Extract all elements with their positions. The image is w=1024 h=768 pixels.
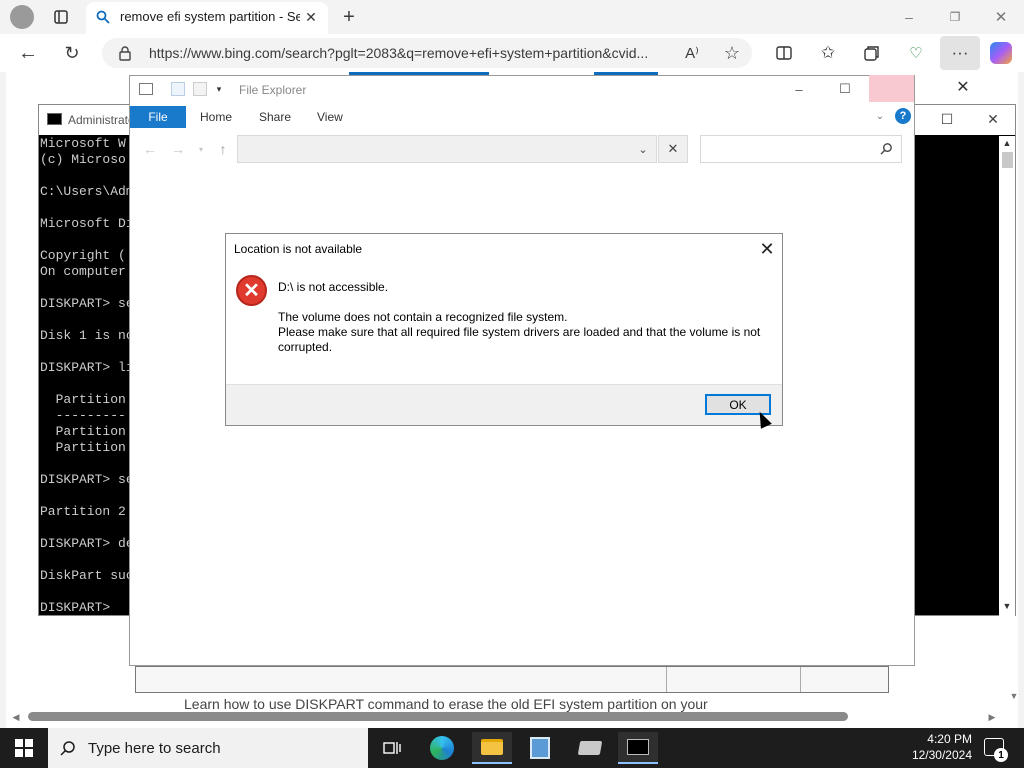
cmd-close-icon[interactable]: ✕: [984, 110, 1002, 128]
tab-title: remove efi system partition - Search: [120, 9, 300, 24]
horizontal-scrollbar-thumb[interactable]: [28, 712, 848, 721]
quick-access-dropdown-icon[interactable]: ▾: [213, 83, 225, 95]
dialog-close-icon[interactable]: ✕: [756, 238, 778, 260]
explorer-app-icon: [139, 83, 153, 95]
web-close-icon[interactable]: ✕: [952, 76, 974, 98]
cmd-output: Microsoft W (c) Microso C:\Users\Adm Mic…: [40, 136, 134, 615]
dialog-title: Location is not available: [234, 242, 363, 256]
clock[interactable]: 4:20 PM 12/30/2024: [900, 731, 972, 763]
ribbon-tab-home[interactable]: Home: [200, 110, 232, 124]
close-tab-icon[interactable]: ✕: [302, 8, 320, 26]
quick-access-properties-icon[interactable]: [171, 82, 185, 96]
start-button[interactable]: [0, 728, 48, 768]
web-box-divider: [800, 667, 801, 692]
more-options-icon[interactable]: ···: [940, 36, 980, 70]
cmd-scroll-up-icon[interactable]: ▲: [1001, 137, 1013, 149]
address-clear-icon[interactable]: ✕: [658, 135, 688, 163]
clock-time: 4:20 PM: [927, 732, 972, 746]
taskbar-search-icon: [60, 740, 76, 759]
explorer-minimize-icon[interactable]: –: [790, 80, 808, 98]
minimize-icon[interactable]: –: [898, 6, 920, 28]
error-icon: ✕: [236, 275, 267, 306]
search-icon: [96, 10, 110, 27]
lock-icon[interactable]: [118, 45, 132, 64]
quick-access-newfolder-icon[interactable]: [193, 82, 207, 96]
scroll-down-icon[interactable]: ▼: [1008, 690, 1020, 702]
task-view-icon[interactable]: [372, 732, 412, 764]
clock-date: 12/30/2024: [911, 748, 972, 762]
favorite-star-icon[interactable]: ☆: [720, 42, 744, 64]
windows-logo-icon: [15, 739, 33, 757]
web-result-box: [135, 666, 889, 693]
explorer-title: File Explorer: [239, 83, 307, 97]
cmd-scrollbar[interactable]: [999, 136, 1015, 616]
collections-icon[interactable]: [860, 42, 884, 64]
tab-actions-icon[interactable]: [50, 6, 72, 28]
read-aloud-icon[interactable]: A⁾: [680, 42, 704, 64]
web-result-caption[interactable]: Learn how to use DISKPART command to era…: [184, 696, 744, 712]
server-manager-icon[interactable]: [520, 732, 560, 764]
copilot-icon[interactable]: [990, 42, 1012, 64]
dialog-message-line: Please make sure that all required file …: [278, 325, 761, 339]
back-icon[interactable]: ←: [16, 42, 40, 64]
favorites-icon[interactable]: ✩: [816, 42, 840, 64]
nav-up-icon[interactable]: ↑: [215, 141, 231, 157]
disk-management-icon[interactable]: [570, 732, 610, 764]
dialog-footer: [226, 384, 782, 425]
file-explorer-taskbar-icon[interactable]: [472, 732, 512, 764]
scroll-left-icon[interactable]: ◀: [10, 711, 22, 723]
cmd-scroll-thumb[interactable]: [1002, 152, 1013, 168]
refresh-icon[interactable]: ↻: [60, 42, 84, 64]
dialog-heading: D:\ is not accessible.: [278, 280, 389, 294]
cmd-taskbar-icon[interactable]: [618, 732, 658, 764]
cmd-app-icon: [47, 113, 62, 125]
ribbon-expand-icon[interactable]: ⌄: [873, 109, 887, 123]
browser-essentials-icon[interactable]: ♡: [904, 42, 928, 64]
explorer-maximize-icon[interactable]: ☐: [836, 80, 854, 98]
ribbon-tab-file[interactable]: File: [130, 106, 186, 128]
dialog-message-line: corrupted.: [278, 340, 333, 354]
explorer-address-field[interactable]: [237, 135, 657, 163]
explorer-close-button[interactable]: [869, 75, 914, 102]
nav-back-icon[interactable]: ←: [142, 141, 158, 157]
explorer-search-icon: [880, 142, 893, 158]
close-window-icon[interactable]: ✕: [990, 6, 1012, 28]
dialog-message-line: The volume does not contain a recognized…: [278, 310, 568, 324]
url-text[interactable]: https://www.bing.com/search?pglt=2083&q=…: [149, 45, 669, 61]
new-tab-icon[interactable]: +: [338, 6, 360, 28]
help-icon[interactable]: ?: [895, 108, 911, 124]
ribbon-tab-share[interactable]: Share: [259, 110, 291, 124]
split-screen-icon[interactable]: [772, 42, 796, 64]
restore-icon[interactable]: ❐: [944, 6, 966, 28]
taskbar-search-placeholder[interactable]: Type here to search: [88, 740, 221, 757]
web-box-divider: [666, 667, 667, 692]
edge-icon[interactable]: [422, 732, 462, 764]
ribbon-tab-view[interactable]: View: [317, 110, 343, 124]
address-dropdown-icon[interactable]: ⌄: [636, 142, 650, 156]
nav-forward-icon[interactable]: →: [170, 141, 186, 157]
notification-badge: 1: [994, 748, 1008, 762]
cmd-scroll-down-icon[interactable]: ▼: [1001, 600, 1013, 612]
explorer-search-input[interactable]: [700, 135, 902, 163]
profile-avatar[interactable]: [10, 5, 34, 29]
scroll-right-icon[interactable]: ▶: [986, 711, 998, 723]
cmd-maximize-icon[interactable]: ☐: [938, 110, 956, 128]
nav-recent-icon[interactable]: ▾: [196, 143, 206, 155]
